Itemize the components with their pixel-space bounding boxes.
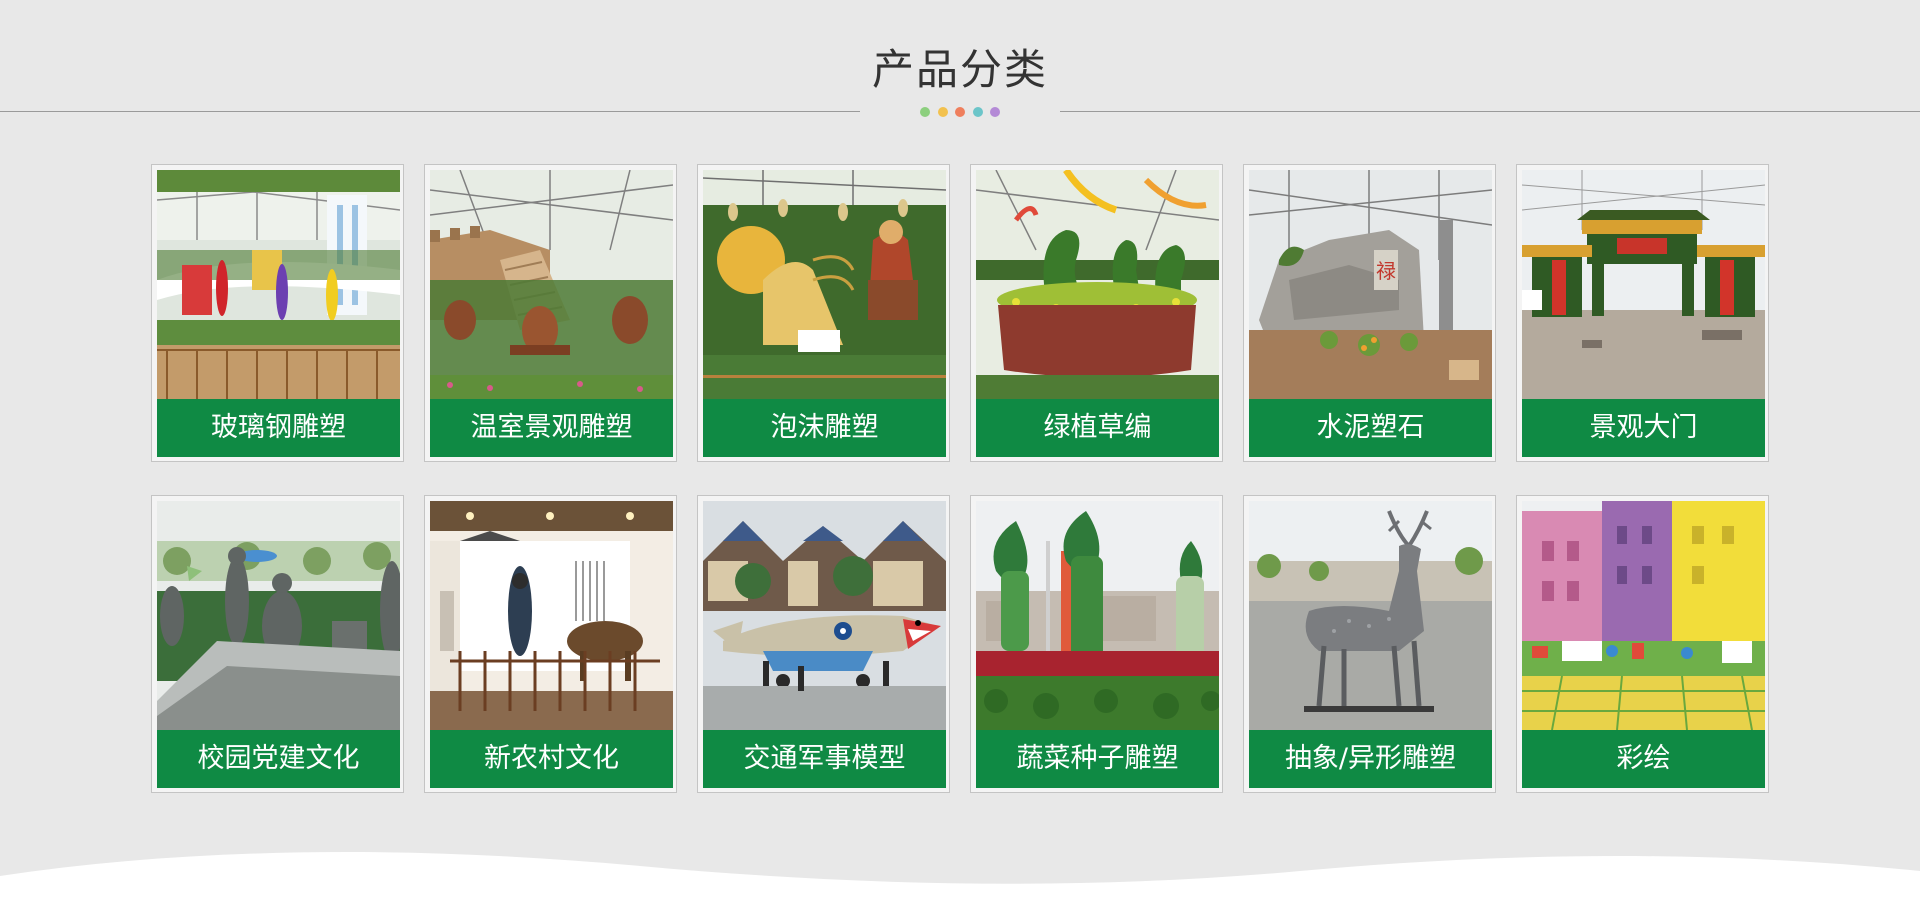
category-card-gate[interactable]: 景观大门 — [1516, 164, 1769, 462]
category-card-greenhouse[interactable]: 温室景观雕塑 — [424, 164, 677, 462]
category-label: 绿植草编 — [976, 399, 1219, 457]
category-card-topiary[interactable]: 绿植草编 — [970, 164, 1223, 462]
decor-dot-1 — [920, 107, 930, 117]
title-divider-left — [0, 111, 860, 112]
category-card-fiberglass[interactable]: 玻璃钢雕塑 — [151, 164, 404, 462]
category-label: 水泥塑石 — [1249, 399, 1492, 457]
bottom-wave-decoration — [0, 852, 1920, 906]
title-divider-right — [1060, 111, 1920, 112]
decor-dot-5 — [990, 107, 1000, 117]
wall-painting-photo — [1522, 501, 1765, 730]
category-label: 蔬菜种子雕塑 — [976, 730, 1219, 788]
abstract-deer-sculpture-photo — [1249, 501, 1492, 730]
campus-culture-sculpture-photo — [157, 501, 400, 730]
category-card-painting[interactable]: 彩绘 — [1516, 495, 1769, 793]
category-label: 校园党建文化 — [157, 730, 400, 788]
green-plant-topiary-photo — [976, 170, 1219, 399]
svg-text:禄: 禄 — [1376, 259, 1396, 283]
fiberglass-sculpture-photo — [157, 170, 400, 399]
cement-rockwork-photo: 禄 — [1249, 170, 1492, 399]
category-card-vegetable[interactable]: 蔬菜种子雕塑 — [970, 495, 1223, 793]
new-rural-culture-photo — [430, 501, 673, 730]
product-category-section: 产品分类 玻璃钢雕塑 温室景观雕塑 泡沫雕塑 绿植草编 禄 水泥塑石 景观大门 … — [0, 0, 1920, 906]
decor-dot-2 — [937, 107, 948, 117]
category-label: 交通军事模型 — [703, 730, 946, 788]
category-label: 泡沫雕塑 — [703, 399, 946, 457]
greenhouse-landscape-sculpture-photo — [430, 170, 673, 399]
category-label: 彩绘 — [1522, 730, 1765, 788]
category-grid: 玻璃钢雕塑 温室景观雕塑 泡沫雕塑 绿植草编 禄 水泥塑石 景观大门 校园党建文… — [151, 164, 1771, 793]
category-label: 景观大门 — [1522, 399, 1765, 457]
category-label: 新农村文化 — [430, 730, 673, 788]
category-label: 玻璃钢雕塑 — [157, 399, 400, 457]
category-card-campus[interactable]: 校园党建文化 — [151, 495, 404, 793]
category-card-foam[interactable]: 泡沫雕塑 — [697, 164, 950, 462]
decor-dot-4 — [972, 107, 983, 117]
military-aircraft-model-photo — [703, 501, 946, 730]
category-label: 温室景观雕塑 — [430, 399, 673, 457]
category-card-aircraft[interactable]: 交通军事模型 — [697, 495, 950, 793]
category-card-abstract[interactable]: 抽象/异形雕塑 — [1243, 495, 1496, 793]
vegetable-seed-sculpture-photo — [976, 501, 1219, 730]
decor-dot-3 — [955, 107, 965, 117]
landscape-gate-photo — [1522, 170, 1765, 399]
section-title: 产品分类 — [871, 45, 1048, 94]
category-label: 抽象/异形雕塑 — [1249, 730, 1492, 788]
title-decoration-dots — [920, 106, 1000, 118]
foam-sculpture-photo — [703, 170, 946, 399]
category-card-cement[interactable]: 禄 水泥塑石 — [1243, 164, 1496, 462]
category-card-rural[interactable]: 新农村文化 — [424, 495, 677, 793]
